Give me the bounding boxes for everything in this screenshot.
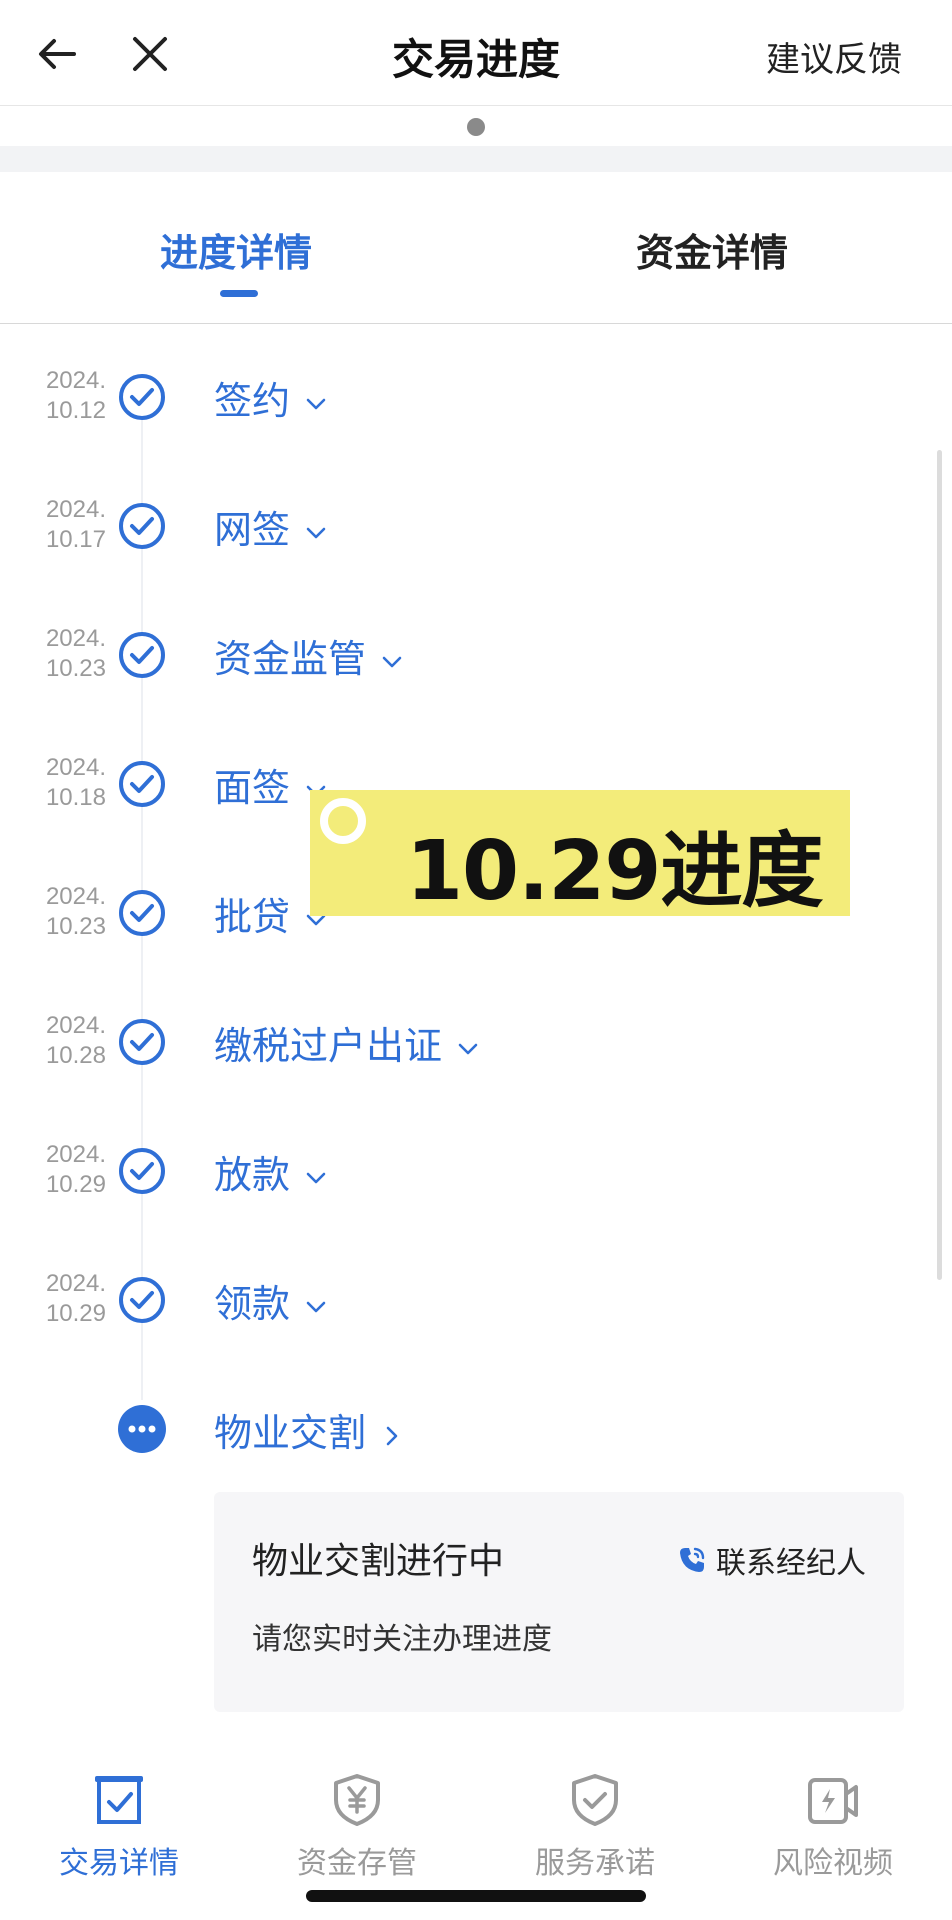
scrollbar[interactable] xyxy=(937,450,942,1280)
step-date-year: 2024. xyxy=(45,883,106,910)
chevron-down-icon xyxy=(458,1043,478,1054)
contact-agent-label: 联系经纪人 xyxy=(716,1546,866,1581)
step-label-text: 网签 xyxy=(214,508,291,552)
timeline-step[interactable]: 2024. 10.29 领款 xyxy=(0,1259,952,1359)
tab-progress-details[interactable]: 进度详情 xyxy=(160,222,312,277)
timeline-step[interactable]: 2024. 10.17 网签 xyxy=(0,485,952,585)
step-label[interactable]: 领款 xyxy=(214,1273,328,1328)
step-date: 2024. 10.18 xyxy=(30,753,106,813)
step-label[interactable]: 签约 xyxy=(214,370,328,425)
step-label[interactable]: 物业交割 xyxy=(214,1402,404,1457)
card-subtitle: 请您实时关注办理进度 xyxy=(252,1622,552,1657)
step-label-text: 资金监管 xyxy=(214,637,367,681)
step-label-text: 面签 xyxy=(214,766,291,810)
step-date: 2024. 10.23 xyxy=(30,624,106,684)
nav-label: 风险视频 xyxy=(773,1846,893,1881)
timeline-step[interactable]: 2024. 10.12 签约 xyxy=(0,356,952,456)
chevron-down-icon xyxy=(306,1172,326,1183)
step-date-year: 2024. xyxy=(45,367,106,394)
step-label-text: 物业交割 xyxy=(214,1411,367,1455)
step-label[interactable]: 缴税过户出证 xyxy=(214,1015,480,1070)
nav-label: 服务承诺 xyxy=(535,1846,655,1881)
chevron-right-icon xyxy=(386,1426,398,1445)
feedback-link[interactable]: 建议反馈 xyxy=(766,32,902,81)
check-circle-icon xyxy=(119,890,165,936)
nav-label: 资金存管 xyxy=(297,1846,417,1881)
step-date-day: 10.23 xyxy=(45,655,106,682)
top-bar: 交易进度 建议反馈 xyxy=(0,0,952,106)
nav-risk-video[interactable]: 风险视频 xyxy=(714,1752,952,1882)
timeline-step[interactable]: 物业交割 xyxy=(0,1388,952,1488)
step-label-text: 缴税过户出证 xyxy=(214,1024,443,1068)
step-label[interactable]: 资金监管 xyxy=(214,628,404,683)
chevron-down-icon xyxy=(306,398,326,409)
step-date-day: 10.23 xyxy=(45,913,106,940)
status-card: 物业交割进行中 联系经纪人 请您实时关注办理进度 xyxy=(214,1492,904,1712)
timeline-step[interactable]: 2024. 10.29 放款 xyxy=(0,1130,952,1230)
active-tab-indicator xyxy=(220,290,258,297)
step-label-text: 领款 xyxy=(214,1282,291,1326)
chevron-down-icon xyxy=(306,1301,326,1312)
step-date: 2024. 10.23 xyxy=(30,882,106,942)
check-circle-icon xyxy=(119,503,165,549)
step-date: 2024. 10.28 xyxy=(30,1011,106,1071)
step-label-text: 批贷 xyxy=(214,895,291,939)
check-circle-icon xyxy=(119,374,165,420)
page-dot-indicator xyxy=(467,118,485,136)
step-date-day: 10.18 xyxy=(45,784,106,811)
card-title: 物业交割进行中 xyxy=(252,1541,505,1582)
check-circle-icon xyxy=(119,1019,165,1065)
sticker-text: 10.29进度 xyxy=(406,824,823,919)
phone-icon xyxy=(680,1547,705,1572)
step-date-day: 10.28 xyxy=(45,1042,106,1069)
step-label[interactable]: 网签 xyxy=(214,499,328,554)
step-label-text: 签约 xyxy=(214,379,291,423)
shield-yen-icon xyxy=(334,1774,380,1826)
step-date-year: 2024. xyxy=(45,496,106,523)
step-date-day: 10.12 xyxy=(45,397,106,424)
contact-agent-button[interactable]: 联系经纪人 xyxy=(676,1538,866,1582)
nav-label: 交易详情 xyxy=(59,1846,179,1881)
step-date-day: 10.29 xyxy=(45,1171,106,1198)
step-date-day: 10.29 xyxy=(45,1300,106,1327)
date-sticker: 10.29进度 xyxy=(310,790,850,919)
doc-check-icon xyxy=(95,1776,143,1824)
step-date-year: 2024. xyxy=(45,1270,106,1297)
step-date-year: 2024. xyxy=(45,625,106,652)
step-label[interactable]: 放款 xyxy=(214,1144,328,1199)
home-indicator xyxy=(306,1890,646,1902)
step-date: 2024. 10.29 xyxy=(30,1269,106,1329)
more-dots-icon xyxy=(118,1405,166,1453)
section-divider xyxy=(0,146,952,172)
step-date-year: 2024. xyxy=(45,1012,106,1039)
check-circle-icon xyxy=(119,761,165,807)
timeline-step[interactable]: 2024. 10.23 资金监管 xyxy=(0,614,952,714)
video-icon xyxy=(808,1778,858,1824)
nav-service-promise[interactable]: 服务承诺 xyxy=(476,1752,714,1882)
step-date: 2024. 10.12 xyxy=(30,366,106,426)
tab-bar: 进度详情 资金详情 xyxy=(0,172,952,324)
step-date-year: 2024. xyxy=(45,754,106,781)
chevron-down-icon xyxy=(382,656,402,667)
chevron-down-icon xyxy=(306,527,326,538)
step-label-text: 放款 xyxy=(214,1153,291,1197)
step-date: 2024. 10.29 xyxy=(30,1140,106,1200)
check-circle-icon xyxy=(119,1148,165,1194)
step-date: 2024. 10.17 xyxy=(30,495,106,555)
check-circle-icon xyxy=(119,1277,165,1323)
check-circle-icon xyxy=(119,632,165,678)
nav-transaction-details[interactable]: 交易详情 xyxy=(0,1752,238,1882)
tab-fund-details[interactable]: 资金详情 xyxy=(636,222,788,277)
nav-fund-custody[interactable]: 资金存管 xyxy=(238,1752,476,1882)
step-date-day: 10.17 xyxy=(45,526,106,553)
step-date-year: 2024. xyxy=(45,1141,106,1168)
shield-check-icon xyxy=(572,1774,618,1826)
timeline-step[interactable]: 2024. 10.28 缴税过户出证 xyxy=(0,1001,952,1101)
sticker-dot xyxy=(320,798,366,844)
